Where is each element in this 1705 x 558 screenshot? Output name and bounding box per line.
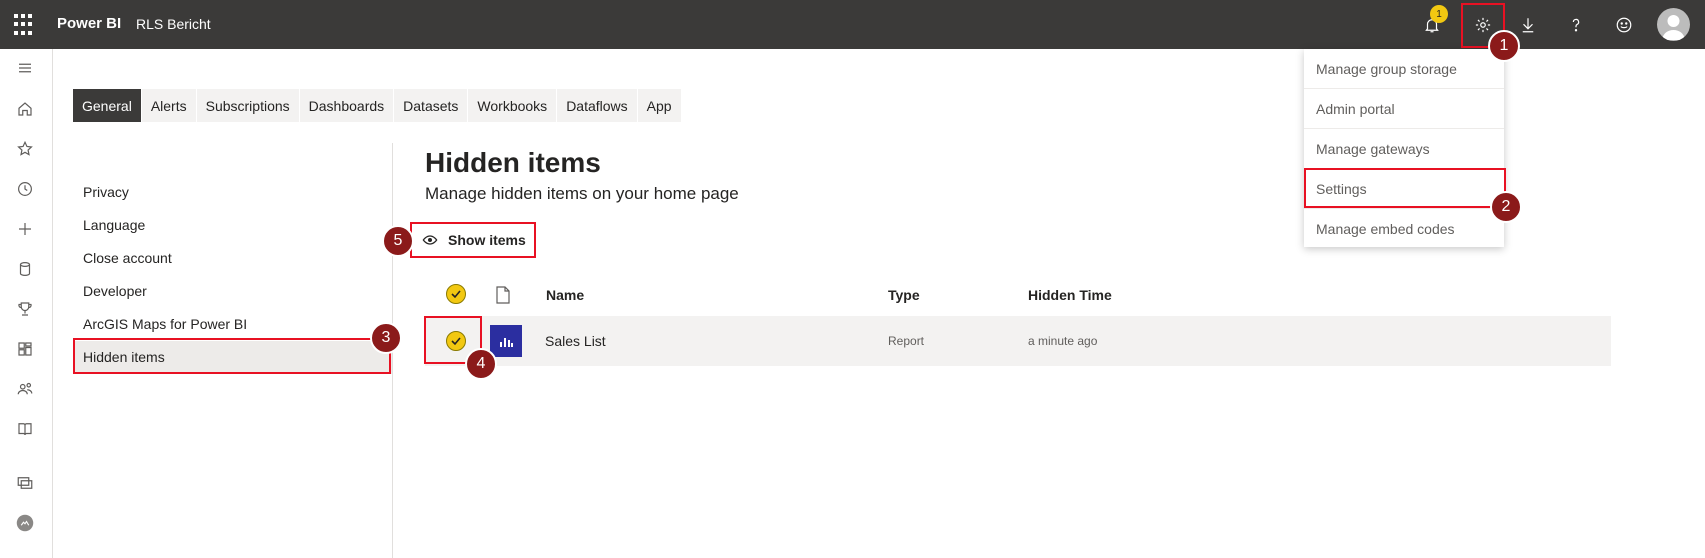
- settings-nav-language[interactable]: Language: [73, 209, 393, 242]
- top-bar: Power BI RLS Bericht 1: [0, 0, 1705, 49]
- table-header: Name Type Hidden Time: [425, 280, 1611, 310]
- menu-manage-gateways[interactable]: Manage gateways: [1304, 129, 1504, 169]
- column-hidden-time[interactable]: Hidden Time: [1028, 287, 1112, 303]
- home-icon[interactable]: [13, 97, 37, 121]
- menu-manage-embed-codes[interactable]: Manage embed codes: [1304, 209, 1504, 249]
- settings-tabs: General Alerts Subscriptions Dashboards …: [73, 89, 682, 122]
- menu-admin-portal[interactable]: Admin portal: [1304, 89, 1504, 129]
- workspace-avatar-icon[interactable]: [13, 511, 37, 535]
- settings-nav-developer[interactable]: Developer: [73, 275, 393, 308]
- help-icon[interactable]: [1562, 11, 1590, 39]
- datasets-icon[interactable]: [13, 257, 37, 281]
- smiley-icon[interactable]: [1610, 11, 1638, 39]
- settings-nav-close-account[interactable]: Close account: [73, 242, 393, 275]
- row-type: Report: [888, 334, 925, 348]
- star-icon[interactable]: [13, 137, 37, 161]
- report-name: RLS Bericht: [136, 16, 211, 32]
- tab-workbooks[interactable]: Workbooks: [468, 89, 558, 122]
- waffle-icon[interactable]: [14, 14, 36, 36]
- shared-icon[interactable]: [13, 377, 37, 401]
- gear-menu: Manage group storage Admin portal Manage…: [1304, 49, 1504, 247]
- settings-nav-arcgis[interactable]: ArcGIS Maps for Power BI: [73, 308, 393, 341]
- hamburger-icon[interactable]: [13, 56, 37, 80]
- app-brand[interactable]: Power BI: [57, 15, 121, 32]
- show-items-label: Show items: [448, 232, 526, 248]
- download-icon[interactable]: [1514, 11, 1542, 39]
- learn-icon[interactable]: [13, 417, 37, 441]
- settings-highlight: [1304, 168, 1506, 208]
- checkmark-icon: [451, 290, 461, 299]
- step-marker-1: 1: [1488, 30, 1520, 62]
- row-hidden-time: a minute ago: [1028, 334, 1098, 348]
- create-icon[interactable]: [13, 217, 37, 241]
- column-type[interactable]: Type: [888, 287, 920, 303]
- tab-alerts[interactable]: Alerts: [142, 89, 197, 122]
- report-icon: [490, 325, 522, 357]
- column-name[interactable]: Name: [546, 287, 584, 303]
- tab-dataflows[interactable]: Dataflows: [557, 89, 638, 122]
- tab-dashboards[interactable]: Dashboards: [300, 89, 395, 122]
- show-items-button[interactable]: Show items: [410, 222, 536, 258]
- workspaces-icon[interactable]: [13, 471, 37, 495]
- step-marker-4: 4: [465, 348, 497, 380]
- notification-badge: 1: [1430, 5, 1448, 23]
- step-marker-5: 5: [382, 225, 414, 257]
- recent-icon[interactable]: [13, 177, 37, 201]
- settings-nav-privacy[interactable]: Privacy: [73, 176, 393, 209]
- hidden-items-highlight: [73, 338, 391, 374]
- step-marker-3: 3: [370, 322, 402, 354]
- table-row[interactable]: Sales List Report a minute ago: [425, 316, 1611, 366]
- file-icon: [496, 286, 510, 304]
- apps-icon[interactable]: [13, 337, 37, 361]
- step-marker-2: 2: [1490, 191, 1522, 223]
- tab-general[interactable]: General: [73, 89, 142, 122]
- eye-icon: [422, 235, 438, 245]
- select-all-checkbox[interactable]: [446, 284, 466, 304]
- menu-manage-group-storage[interactable]: Manage group storage: [1304, 49, 1504, 89]
- row-name[interactable]: Sales List: [545, 333, 606, 349]
- tab-app[interactable]: App: [638, 89, 682, 122]
- page-title: Hidden items: [425, 147, 601, 178]
- tab-datasets[interactable]: Datasets: [394, 89, 469, 122]
- goals-icon[interactable]: [13, 297, 37, 321]
- page-subtitle: Manage hidden items on your home page: [425, 184, 739, 203]
- left-nav-rail: [0, 49, 53, 558]
- avatar-icon[interactable]: [1657, 8, 1690, 41]
- tab-subscriptions[interactable]: Subscriptions: [197, 89, 300, 122]
